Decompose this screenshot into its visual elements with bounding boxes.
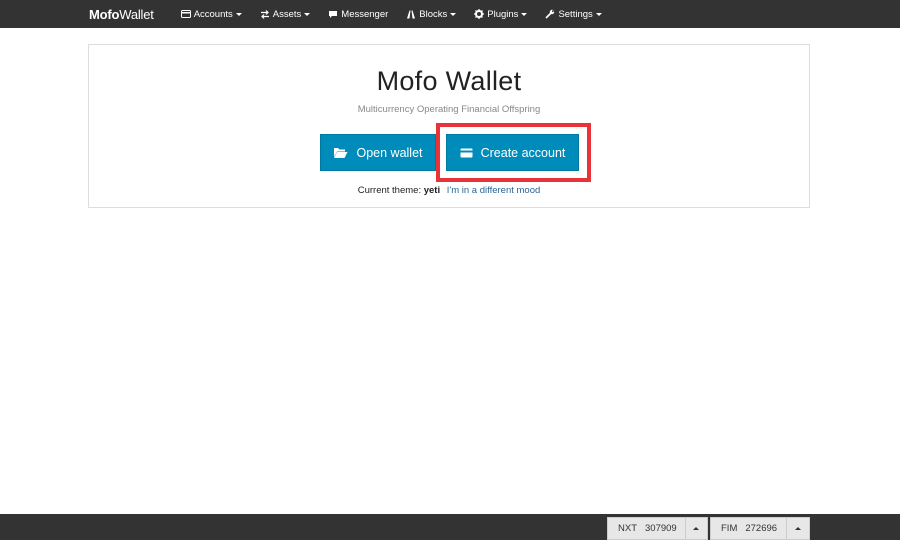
road-icon	[406, 9, 416, 19]
fim-toggle-button[interactable]	[785, 518, 809, 539]
nav-plugins-label: Plugins	[487, 8, 519, 20]
credit-card-icon	[180, 9, 191, 19]
nav-settings-label: Settings	[558, 8, 593, 20]
fim-name: FIM	[721, 523, 738, 534]
cog-icon	[474, 9, 485, 19]
open-wallet-label: Open wallet	[356, 145, 423, 160]
nav-blocks[interactable]: Blocks	[397, 0, 465, 28]
nxt-status-label: NXT 307909	[608, 518, 685, 539]
nav-menu: Accounts Assets Messenger Blocks Plugins…	[172, 0, 611, 28]
nav-accounts[interactable]: Accounts	[172, 0, 251, 28]
nav-plugins[interactable]: Plugins	[465, 0, 536, 28]
brand-bold: Mofo	[89, 6, 120, 22]
chevron-down-icon	[521, 12, 528, 16]
transfer-icon	[260, 9, 270, 19]
create-account-button[interactable]: Create account	[446, 134, 579, 171]
chevron-down-icon	[235, 12, 242, 16]
comment-icon	[328, 9, 338, 19]
theme-prefix: Current theme:	[357, 185, 422, 196]
nav-assets-label: Assets	[272, 8, 302, 20]
fim-block-height: 272696	[745, 523, 778, 534]
chevron-down-icon	[304, 12, 311, 16]
open-wallet-button[interactable]: Open wallet	[320, 134, 436, 171]
page-subtitle: Multicurrency Operating Financial Offspr…	[357, 104, 541, 115]
folder-open-icon	[333, 147, 348, 159]
brand-light: Wallet	[119, 6, 154, 22]
nxt-status: NXT 307909	[607, 517, 708, 540]
nav-blocks-label: Blocks	[419, 8, 448, 20]
nav-settings[interactable]: Settings	[536, 0, 610, 28]
nxt-block-height: 307909	[645, 523, 677, 534]
fim-status-label: FIM 272696	[711, 518, 786, 539]
nav-messenger[interactable]: Messenger	[319, 0, 397, 28]
welcome-panel: Mofo Wallet Multicurrency Operating Fina…	[88, 44, 810, 208]
credit-card-icon	[460, 148, 473, 158]
nav-assets[interactable]: Assets	[251, 0, 320, 28]
page-title: Mofo Wallet	[376, 66, 522, 96]
brand-logo[interactable]: MofoWallet	[89, 7, 154, 22]
create-account-label: Create account	[480, 145, 566, 160]
status-bar: NXT 307909 FIM 272696	[0, 514, 900, 540]
caret-up-icon	[794, 527, 801, 530]
caret-up-icon	[693, 527, 700, 530]
nxt-name: NXT	[618, 523, 637, 534]
nav-messenger-label: Messenger	[341, 8, 389, 20]
fim-status: FIM 272696	[710, 517, 810, 540]
wrench-icon	[545, 9, 555, 19]
theme-line: Current theme: yeti I'm in a different m…	[89, 185, 809, 196]
top-navbar: MofoWallet Accounts Assets Messenger Blo…	[0, 0, 900, 28]
theme-name: yeti	[423, 185, 441, 196]
nxt-toggle-button[interactable]	[684, 518, 707, 539]
chevron-down-icon	[595, 12, 602, 16]
nav-accounts-label: Accounts	[193, 8, 233, 20]
change-theme-link[interactable]: I'm in a different mood	[447, 185, 541, 196]
chevron-down-icon	[450, 12, 457, 16]
